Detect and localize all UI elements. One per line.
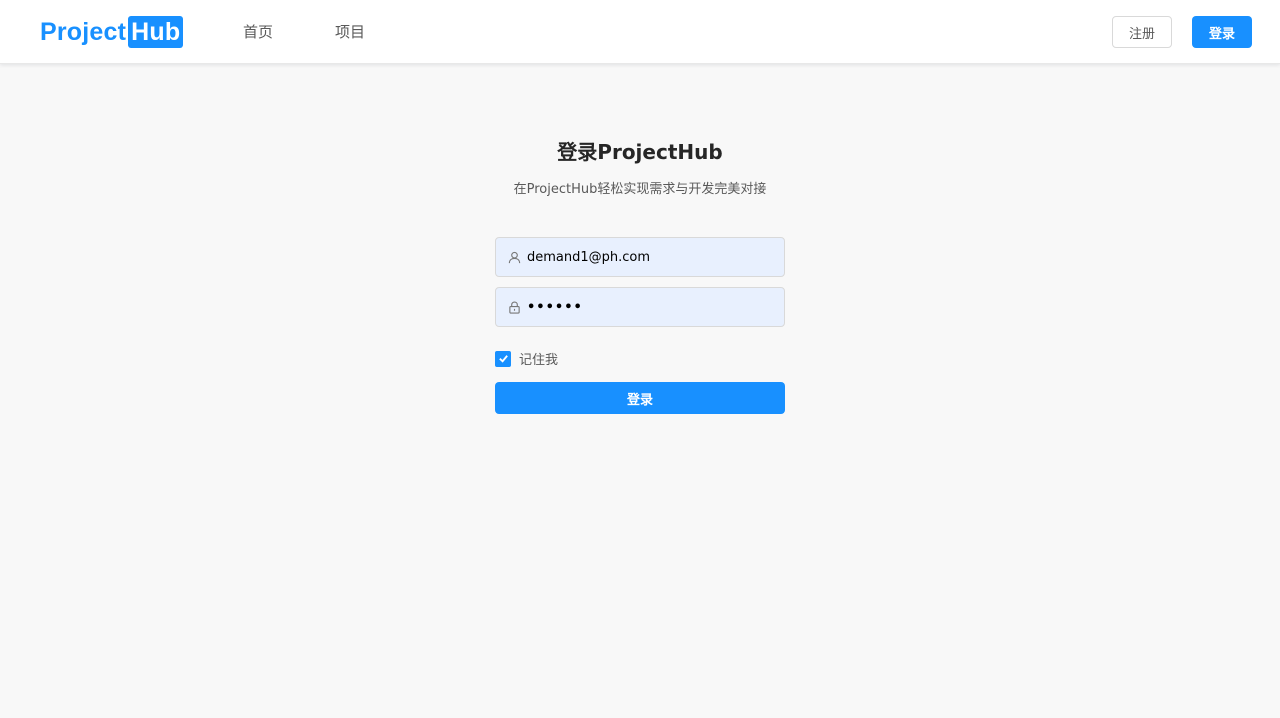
login-title: 登录ProjectHub	[557, 140, 723, 164]
logo-text-project: Project	[40, 17, 127, 46]
logo-text-hub: Hub	[128, 16, 184, 48]
password-field[interactable]: ••••••	[495, 287, 785, 327]
nav-home-link[interactable]: 首页	[243, 21, 273, 42]
lock-icon	[507, 300, 521, 314]
email-input[interactable]	[527, 239, 777, 275]
checkmark-icon	[498, 355, 508, 363]
remember-me-label: 记住我	[519, 353, 559, 368]
email-field[interactable]	[495, 237, 785, 277]
user-icon	[507, 250, 521, 264]
remember-me-checkbox[interactable]	[495, 350, 511, 367]
password-input[interactable]: ••••••	[527, 300, 583, 315]
header-login-button[interactable]: 登录	[1192, 16, 1252, 48]
login-subtitle: 在ProjectHub轻松实现需求与开发完美对接	[513, 182, 767, 197]
register-button[interactable]: 注册	[1112, 16, 1172, 48]
nav-projects-link[interactable]: 项目	[335, 21, 365, 42]
remember-me-toggle[interactable]: 记住我	[495, 349, 558, 368]
top-header: Project Hub 首页 项目 注册 登录	[0, 0, 1280, 64]
projecthub-logo[interactable]: Project Hub	[40, 16, 184, 48]
login-submit-button[interactable]: 登录	[495, 382, 785, 414]
